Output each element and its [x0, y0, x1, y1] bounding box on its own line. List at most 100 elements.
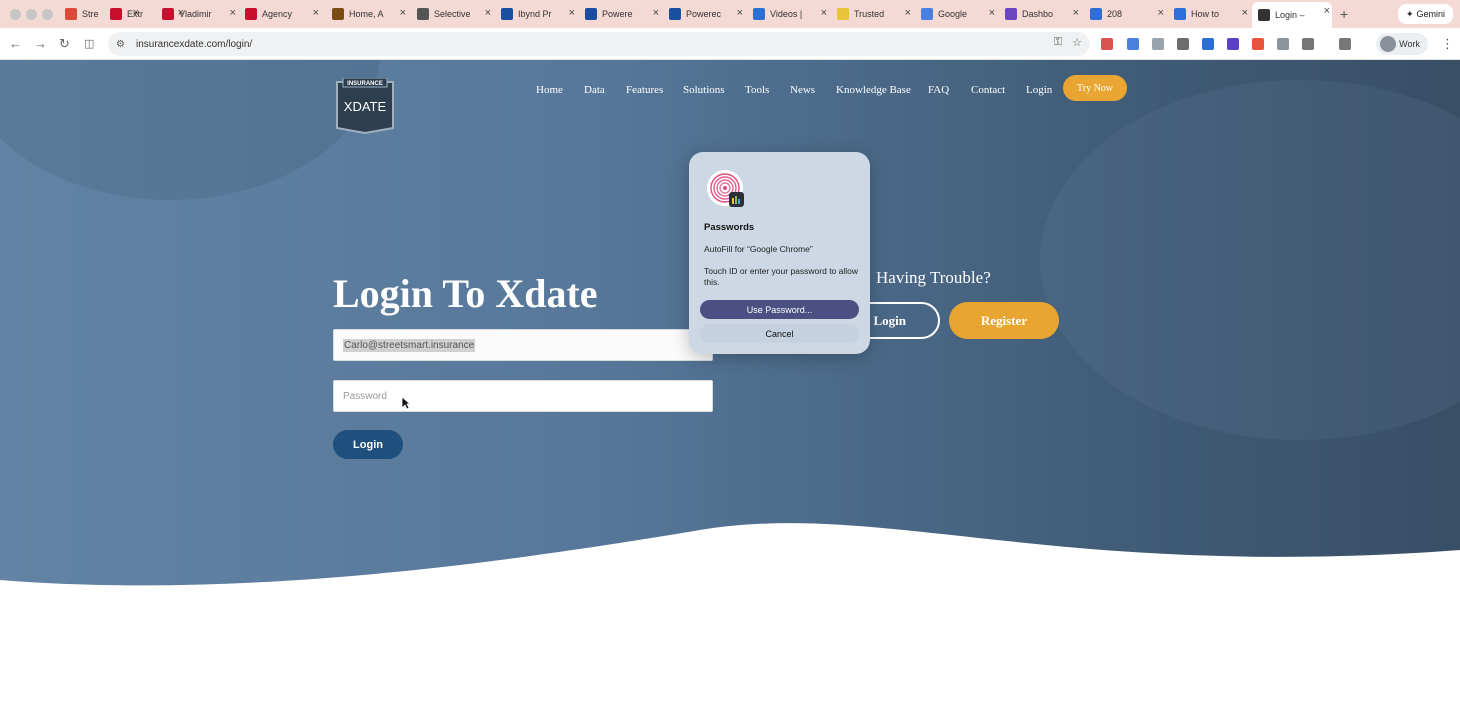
url-text[interactable]: insurancexdate.com/login/ [136, 39, 252, 50]
extension-icon-6[interactable] [1227, 38, 1239, 50]
close-tab-icon[interactable]: × [485, 7, 491, 19]
nav-contact[interactable]: Contact [971, 84, 1005, 96]
use-password-button[interactable]: Use Password... [700, 300, 859, 319]
password-field[interactable]: Password [333, 380, 713, 412]
fingerprint-icon [707, 170, 744, 207]
minimize-window-button[interactable] [26, 9, 37, 20]
tab-bar: Stre × Extr × Vladimir × Agency × Home, A × Select… [0, 0, 1460, 28]
tab-favicon-icon [417, 8, 429, 20]
close-tab-icon[interactable]: × [1324, 5, 1330, 17]
tab-title: Ibynd Pr [518, 9, 552, 19]
tab-4[interactable]: Agency × [243, 4, 321, 24]
tab-6[interactable]: Selective × [415, 4, 493, 24]
close-tab-icon[interactable]: × [400, 7, 406, 19]
avatar [1380, 36, 1396, 52]
tab-3[interactable]: Vladimir × [160, 4, 238, 24]
tab-title: Extr [127, 9, 144, 19]
tab-9[interactable]: Powerec × [667, 4, 745, 24]
tab-favicon-icon [332, 8, 344, 20]
tab-12[interactable]: Google × [919, 4, 997, 24]
close-tab-icon[interactable]: × [1158, 7, 1164, 19]
try-now-button[interactable]: Try Now [1063, 75, 1127, 101]
tab-favicon-icon [65, 8, 77, 20]
forward-icon[interactable]: → [34, 36, 47, 51]
nav-tools[interactable]: Tools [745, 84, 769, 96]
bookmark-star-icon[interactable]: ☆ [1072, 36, 1082, 49]
key-icon[interactable]: ⚿ [1054, 36, 1062, 49]
tab-title: 208 [1107, 9, 1123, 19]
back-icon[interactable]: ← [9, 36, 22, 51]
reload-icon[interactable]: ↻ [59, 36, 70, 52]
tab-title: Powere [602, 9, 633, 19]
close-window-button[interactable] [10, 9, 21, 20]
nav-news[interactable]: News [790, 84, 815, 96]
tab-favicon-icon [1090, 8, 1102, 20]
close-tab-icon[interactable]: × [653, 7, 659, 19]
nav-login[interactable]: Login [1026, 84, 1052, 96]
nav-faq[interactable]: FAQ [928, 84, 949, 96]
tab-title: Selective [434, 9, 470, 19]
passwords-dialog: Passwords AutoFill for “Google Chrome” T… [689, 152, 870, 354]
tab-title: Agency [262, 9, 293, 19]
password-placeholder: Password [343, 390, 387, 402]
tab-11[interactable]: Trusted × [835, 4, 913, 24]
email-field[interactable]: Carlo@streetsmart.insurance [333, 329, 713, 361]
tab-favicon-icon [110, 8, 122, 20]
extensions-puzzle-icon[interactable] [1302, 38, 1314, 50]
tab-5[interactable]: Home, A × [330, 4, 408, 24]
close-tab-icon[interactable]: × [230, 7, 236, 19]
tab-favicon-icon [162, 8, 174, 20]
close-tab-icon[interactable]: × [1073, 7, 1079, 19]
extension-icon-1[interactable] [1101, 38, 1113, 50]
nav-features[interactable]: Features [626, 84, 663, 96]
close-tab-icon[interactable]: × [821, 7, 827, 19]
extension-icon-3[interactable] [1152, 38, 1164, 50]
close-tab-icon[interactable]: × [1242, 7, 1248, 19]
split-view-icon[interactable]: ◫ [84, 37, 94, 50]
extension-icon-4[interactable] [1177, 38, 1189, 50]
more-menu-icon[interactable]: ⋮ [1441, 36, 1454, 52]
extension-icon-7[interactable] [1252, 38, 1264, 50]
dialog-title: Passwords [704, 222, 755, 233]
tab-title: Trusted [854, 9, 885, 19]
page-title: Login To Xdate [333, 271, 598, 316]
tab-favicon-icon [837, 8, 849, 20]
profile-button[interactable]: Work [1376, 33, 1428, 55]
extension-icon-5[interactable] [1202, 38, 1214, 50]
tab-title: How to [1191, 9, 1220, 19]
tab-13[interactable]: Dashbo × [1003, 4, 1081, 24]
side-panel-icon[interactable] [1339, 38, 1351, 50]
tab-14[interactable]: 208 × [1088, 4, 1166, 24]
close-tab-icon[interactable]: × [905, 7, 911, 19]
profile-label: Work [1399, 39, 1420, 49]
tab-15[interactable]: How to × [1172, 4, 1250, 24]
logo-main-text: XDATE [344, 99, 387, 114]
cancel-button[interactable]: Cancel [700, 324, 859, 343]
tab-8[interactable]: Powere × [583, 4, 661, 24]
gemini-button[interactable]: ✦ Gemini [1398, 4, 1453, 24]
zoom-window-button[interactable] [42, 9, 53, 20]
close-tab-icon[interactable]: × [989, 7, 995, 19]
login-button[interactable]: Login [333, 430, 403, 459]
extension-icon-2[interactable] [1127, 38, 1139, 50]
register-button[interactable]: Register [949, 302, 1059, 339]
site-settings-icon[interactable]: ⚙ [116, 39, 130, 50]
nav-solutions[interactable]: Solutions [683, 84, 725, 96]
tab-title: Home, A [349, 9, 384, 19]
nav-knowledge-base[interactable]: Knowledge Base [836, 84, 911, 96]
tab-10[interactable]: Videos | × [751, 4, 829, 24]
xdate-logo[interactable]: INSURANCE XDATE [333, 78, 397, 134]
tab-7[interactable]: Ibynd Pr × [499, 4, 577, 24]
autofill-text: AutoFill for “Google Chrome” [704, 244, 813, 254]
nav-data[interactable]: Data [584, 84, 605, 96]
close-tab-icon[interactable]: × [569, 7, 575, 19]
email-value[interactable]: Carlo@streetsmart.insurance [343, 338, 476, 352]
gemini-label: Gemini [1416, 9, 1446, 19]
tab-16[interactable]: Login – × [1252, 2, 1332, 28]
close-tab-icon[interactable]: × [313, 7, 319, 19]
extension-icon-8[interactable] [1277, 38, 1289, 50]
nav-home[interactable]: Home [536, 84, 563, 96]
close-tab-icon[interactable]: × [737, 7, 743, 19]
new-tab-button[interactable]: + [1340, 6, 1348, 22]
address-bar[interactable]: ⚙ insurancexdate.com/login/ ⚿ ☆ [108, 32, 1090, 56]
